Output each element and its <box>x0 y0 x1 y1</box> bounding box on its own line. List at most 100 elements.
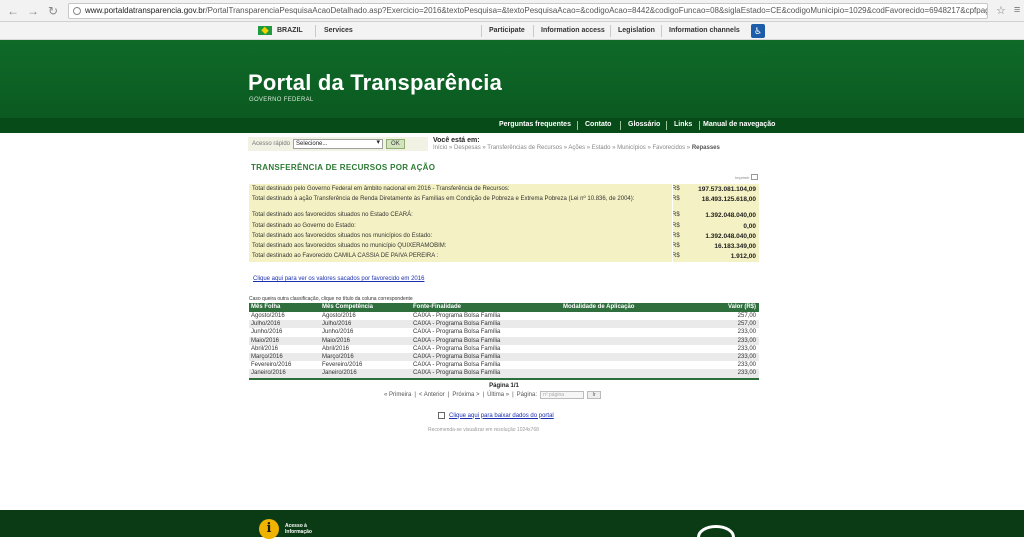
cell-payroll-month: Junho/2016 <box>251 329 283 336</box>
summary-box: Total destinado pelo Governo Federal em … <box>249 184 759 262</box>
brazil-flag-icon <box>258 26 272 35</box>
page-title: TRANSFERÊNCIA DE RECURSOS POR AÇÃO <box>251 163 436 172</box>
summary-row: Total destinado pelo Governo Federal em … <box>252 186 756 193</box>
quick-access-ok-button[interactable]: OK <box>386 139 405 149</box>
table-row: Julho/2016 Julho/2016 CAIXA - Programa Bol… <box>249 320 759 329</box>
brazil-link[interactable]: BRAZIL <box>258 26 303 35</box>
site-title[interactable]: Portal da Transparência <box>248 70 502 96</box>
divider: | <box>447 392 450 398</box>
menu-faq[interactable]: Perguntas frequentes <box>499 121 571 128</box>
previous-page-link[interactable]: < Anterior <box>419 392 445 398</box>
cell-source: CAIXA - Programa Bolsa Família <box>413 345 501 352</box>
summary-label: Total destinado ao Favorecido CAMILA CAS… <box>252 253 439 259</box>
menu-contact[interactable]: Contato <box>585 121 611 128</box>
page-number-input[interactable]: nº página <box>540 391 585 399</box>
download-data-link[interactable]: Clique aqui para baixar dados do portal <box>438 412 554 419</box>
withdrawn-values-link[interactable]: Clique aqui para ver os valores sacados … <box>253 276 424 282</box>
printer-icon <box>751 174 759 180</box>
divider <box>699 121 700 130</box>
column-header-source[interactable]: Fonte-Finalidade <box>413 304 461 310</box>
participate-link[interactable]: Participate <box>489 27 525 34</box>
summary-row: Total destinado ao Governo do Estado: R$ 0… <box>252 223 756 230</box>
cell-value: 233,00 <box>737 345 756 352</box>
services-link[interactable]: Services <box>324 27 353 34</box>
summary-currency: R$ <box>672 253 680 259</box>
menu-glossary[interactable]: Glossário <box>628 121 660 128</box>
back-icon[interactable]: ← <box>6 4 20 18</box>
cell-payroll-month: Fevereiro/2016 <box>251 362 292 369</box>
summary-value: 16.183.349,00 <box>714 243 756 250</box>
reload-icon[interactable]: ↻ <box>46 4 60 18</box>
accessibility-icon[interactable]: ♿ <box>751 24 765 38</box>
menu-icon[interactable]: ≡ <box>1014 4 1020 17</box>
pagination-label: Página 1/1 <box>489 383 519 389</box>
menu-links[interactable]: Links <box>674 121 692 128</box>
information-access-link[interactable]: Information access <box>541 27 605 34</box>
summary-row: Total destinado aos favorecidos situados… <box>252 233 756 240</box>
cell-value: 257,00 <box>737 313 756 319</box>
first-page-link[interactable]: « Primeira <box>384 392 411 398</box>
divider <box>577 121 578 130</box>
government-logo-icon <box>697 525 735 549</box>
government-bar: BRAZIL Services Participate Information … <box>0 22 1024 40</box>
information-channels-link[interactable]: Information channels <box>669 27 740 34</box>
divider <box>666 121 667 130</box>
print-link[interactable]: Imprimir <box>735 174 759 180</box>
column-header-value[interactable]: Valor (R$) <box>728 304 756 310</box>
information-access-icon[interactable]: i <box>259 519 279 539</box>
cell-competence-month: Agosto/2016 <box>322 313 356 319</box>
menu-navigation-manual[interactable]: Manual de navegação <box>703 121 775 128</box>
quick-access-select[interactable]: Selecione... <box>293 139 384 149</box>
column-header-competence-month[interactable]: Mês Competência <box>322 304 373 310</box>
cell-source: CAIXA - Programa Bolsa Família <box>413 321 501 328</box>
summary-row: Total destinado aos favorecidos situados… <box>252 243 756 250</box>
next-page-link[interactable]: Próxima > <box>452 392 479 398</box>
cell-source: CAIXA - Programa Bolsa Família <box>413 362 501 369</box>
last-page-link[interactable]: Última » <box>487 392 509 398</box>
table-header: Mês Folha Mês Competência Fonte-Finalida… <box>249 303 759 312</box>
summary-value: 197.573.081.104,09 <box>698 186 756 193</box>
page-info-icon[interactable] <box>73 6 81 15</box>
cell-competence-month: Abril/2016 <box>322 345 350 352</box>
summary-value: 1.392.048.040,00 <box>705 212 756 219</box>
table-row: Abril/2016 Abril/2016 CAIXA - Programa Bol… <box>249 345 759 353</box>
column-header-application-mode[interactable]: Modalidade de Aplicação <box>563 304 634 310</box>
go-button[interactable]: Ir <box>587 391 602 399</box>
pagination: « Primeira | < Anterior | Próxima > | Úl… <box>384 391 602 399</box>
summary-currency: R$ <box>672 196 680 202</box>
browser-toolbar: ← → ↻ www.portaldatransparencia.gov.br /… <box>0 0 1024 22</box>
bookmark-star-icon[interactable]: ☆ <box>996 4 1006 17</box>
information-access-footer-link[interactable]: Acesso à Informação <box>285 523 312 535</box>
summary-value: 1.392.048.040,00 <box>705 233 756 240</box>
cell-source: CAIXA - Programa Bolsa Família <box>413 370 501 377</box>
cell-source: CAIXA - Programa Bolsa Família <box>413 353 501 360</box>
forward-icon[interactable]: → <box>26 4 40 18</box>
cell-competence-month: Março/2016 <box>322 353 354 360</box>
divider: | <box>482 392 485 398</box>
legislation-link[interactable]: Legislation <box>618 27 655 34</box>
download-data-label: Clique aqui para baixar dados do portal <box>449 412 554 419</box>
breadcrumb-path[interactable]: Início » Despesas » Transferências de Re… <box>433 145 692 151</box>
summary-value: 0,00 <box>743 223 756 230</box>
divider: | <box>512 392 514 398</box>
cell-competence-month: Junho/2016 <box>322 329 354 336</box>
download-icon <box>438 412 445 419</box>
address-bar[interactable]: www.portaldatransparencia.gov.br /Portal… <box>68 2 988 19</box>
table-row: Janeiro/2016 Janeiro/2016 CAIXA - Programa… <box>249 369 759 378</box>
quick-access-label: Acesso rápido <box>252 141 291 147</box>
page-number-label: Página: <box>516 392 538 398</box>
cell-value: 233,00 <box>737 362 756 369</box>
resolution-recommendation: Recomenda-se visualizar em resolução 102… <box>428 427 539 433</box>
summary-row: Total destinado ao Favorecido CAMILA CAS… <box>252 253 756 260</box>
table-body: Agosto/2016 Agosto/2016 CAIXA - Programa B… <box>249 312 759 378</box>
summary-row: Total destinado à ação Transferência de … <box>252 196 756 203</box>
quick-access: Acesso rápido Selecione... OK <box>248 137 428 151</box>
breadcrumb: Início » Despesas » Transferências de Re… <box>433 145 720 151</box>
column-header-payroll-month[interactable]: Mês Folha <box>251 304 280 310</box>
cell-source: CAIXA - Programa Bolsa Família <box>413 329 501 336</box>
summary-currency: R$ <box>672 233 680 239</box>
cell-value: 257,00 <box>737 321 756 328</box>
cell-competence-month: Maio/2016 <box>322 337 351 344</box>
summary-label: Total destinado aos favorecidos situados… <box>252 212 413 218</box>
site-header: Portal da Transparência GOVERNO FEDERAL <box>0 40 1024 118</box>
